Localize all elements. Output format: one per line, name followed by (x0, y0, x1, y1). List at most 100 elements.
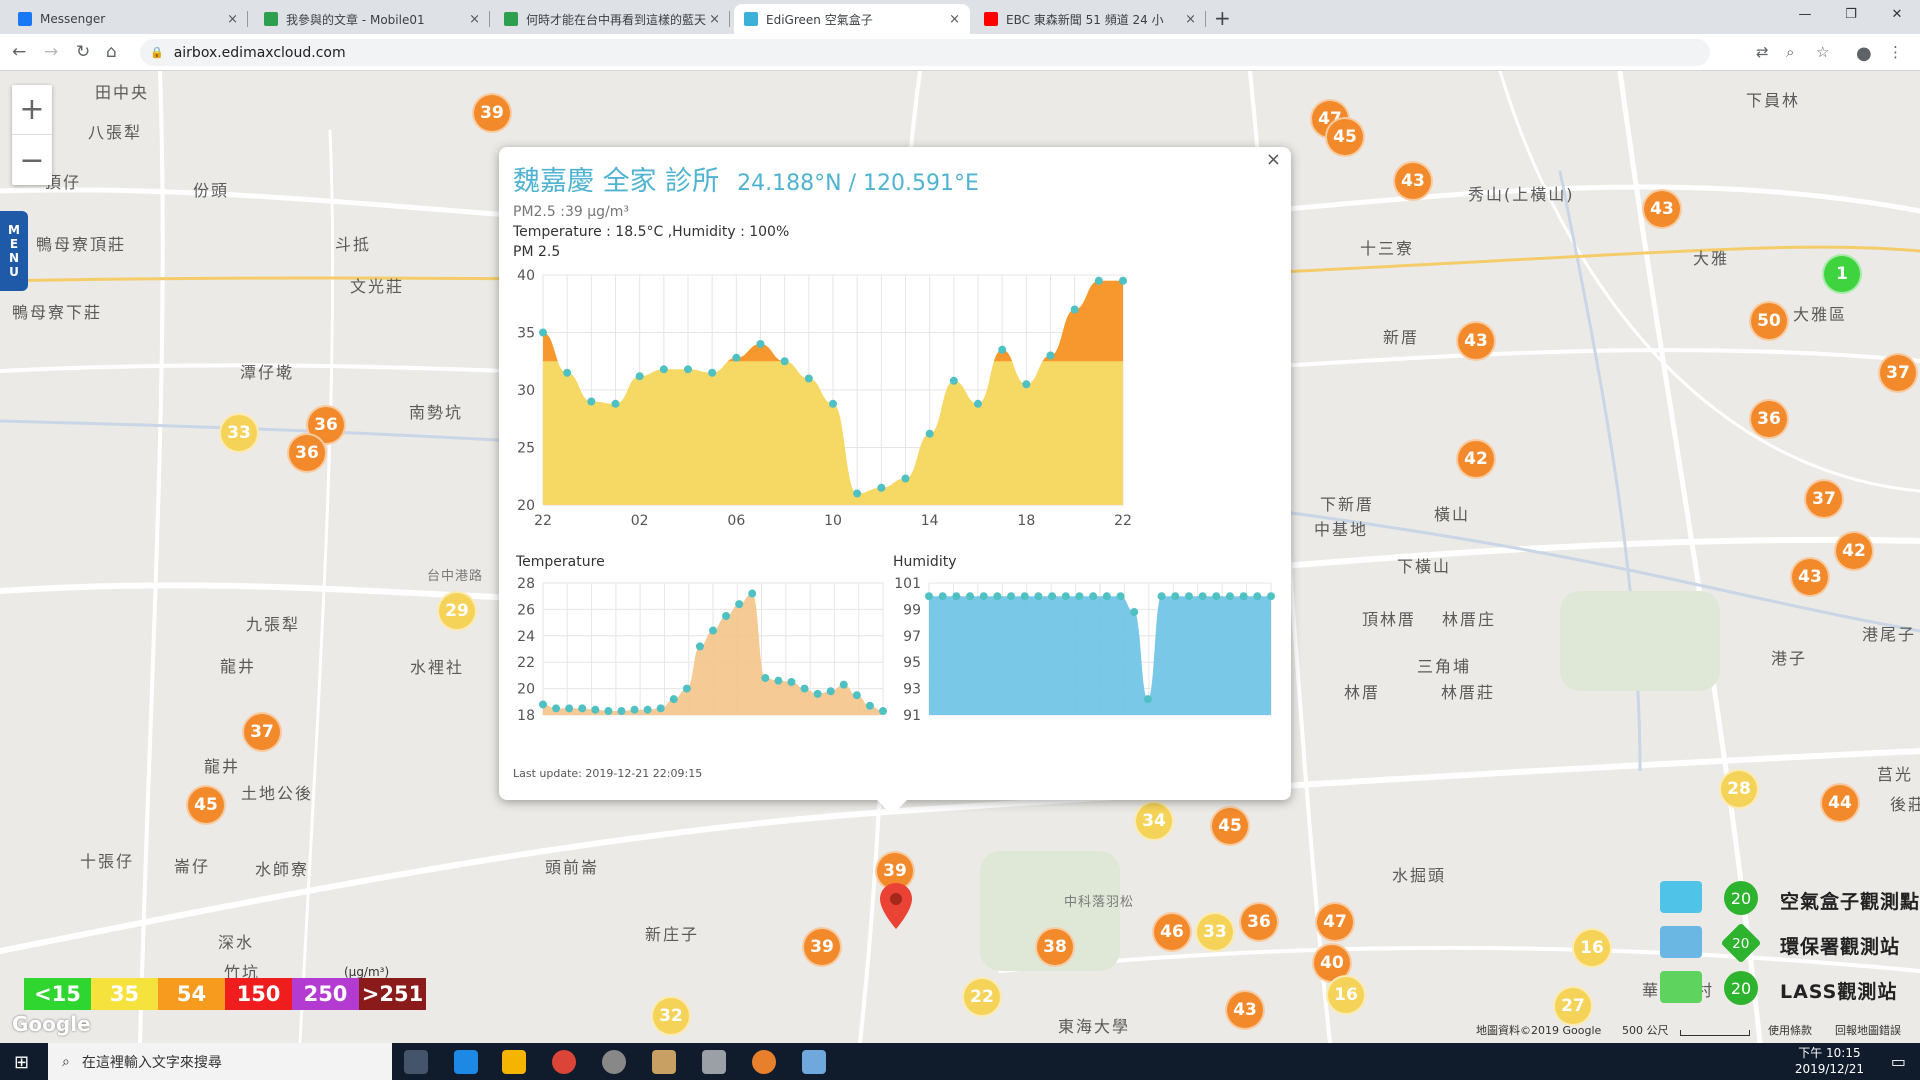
data-point (804, 374, 813, 383)
aqi-marker[interactable]: 46 (1152, 912, 1192, 952)
home-icon[interactable]: ⌂ (106, 42, 117, 62)
aqi-marker[interactable]: 43 (1790, 557, 1830, 597)
data-point (1130, 608, 1139, 617)
tab-2[interactable]: 我參與的文章 - Mobile01 × (254, 4, 490, 34)
notification-icon[interactable]: ▭ (1891, 1052, 1906, 1071)
aqi-marker[interactable]: 22 (962, 977, 1002, 1017)
x-tick-label: 06 (727, 513, 745, 529)
zoom-in-button[interactable]: + (12, 85, 52, 135)
address-bar[interactable]: 🔒 airbox.edimaxcloud.com (140, 39, 1710, 66)
bookmark-star-icon[interactable]: ☆ (1816, 43, 1829, 61)
aqi-marker[interactable]: 36 (1749, 399, 1789, 439)
map-place-label: 鴨母寮下莊 (12, 303, 103, 322)
tab-5[interactable]: EBC 東森新聞 51 頻道 24 小 × (974, 4, 1206, 34)
data-point (1034, 592, 1043, 601)
aqi-marker[interactable]: 38 (1035, 927, 1075, 967)
browser-menu-icon[interactable]: ⋮ (1888, 43, 1903, 61)
close-popup-button[interactable]: × (1266, 149, 1281, 170)
app-icon-1[interactable] (602, 1050, 626, 1074)
close-window-button[interactable]: ✕ (1874, 0, 1920, 30)
aqi-marker[interactable]: 43 (1393, 161, 1433, 201)
aqi-marker[interactable]: 50 (1749, 301, 1789, 341)
aqi-marker[interactable]: 37 (1878, 353, 1918, 393)
windows-start-icon[interactable]: ⊞ (14, 1052, 29, 1073)
aqi-marker[interactable]: 45 (186, 785, 226, 825)
aqi-marker[interactable]: 32 (651, 996, 691, 1036)
minimize-button[interactable]: — (1782, 0, 1828, 30)
aqi-marker[interactable]: 29 (437, 591, 477, 631)
file-explorer-icon[interactable] (502, 1050, 526, 1074)
chrome-icon[interactable] (552, 1050, 576, 1074)
tab-1[interactable]: Messenger × (8, 4, 248, 34)
aqi-marker[interactable]: 39 (802, 927, 842, 967)
aqi-marker[interactable]: 37 (1804, 479, 1844, 519)
close-tab-icon[interactable]: × (1185, 12, 1196, 27)
map-place-label: 水師寮 (255, 860, 310, 879)
data-point (682, 684, 691, 693)
tab-3[interactable]: 何時才能在台中再看到這樣的藍天 × (494, 4, 730, 34)
task-view-icon[interactable] (404, 1050, 428, 1074)
data-point (591, 705, 600, 714)
back-icon[interactable]: ← (12, 42, 26, 62)
reload-icon[interactable]: ↻ (76, 42, 90, 62)
aqi-marker[interactable]: 45 (1325, 117, 1365, 157)
maximize-button[interactable]: ❐ (1828, 0, 1874, 30)
aqi-marker[interactable]: 45 (1210, 806, 1250, 846)
aqi-marker[interactable]: 44 (1820, 783, 1860, 823)
close-tab-icon[interactable]: × (709, 12, 720, 27)
aqi-marker[interactable]: 39 (472, 93, 512, 133)
close-tab-icon[interactable]: × (227, 12, 238, 27)
new-tab-button[interactable]: + (1214, 6, 1231, 30)
map-place-label: 頭前崙 (545, 858, 600, 877)
aqi-marker[interactable]: 47 (1315, 902, 1355, 942)
aqi-marker[interactable]: 34 (1134, 801, 1174, 841)
tab-separator (1205, 11, 1206, 27)
aqi-marker[interactable]: 42 (1834, 531, 1874, 571)
google-logo[interactable]: Google (12, 1012, 91, 1036)
location-pin-icon[interactable] (880, 883, 912, 933)
forward-icon[interactable]: → (44, 42, 58, 62)
aqi-marker[interactable]: 16 (1572, 928, 1612, 968)
aqi-marker[interactable]: 16 (1326, 975, 1366, 1015)
aqi-marker[interactable]: 33 (1195, 912, 1235, 952)
clock-date: 2019/12/21 (1794, 1062, 1864, 1076)
app-icon-4[interactable] (802, 1050, 826, 1074)
aqi-marker[interactable]: 43 (1225, 990, 1265, 1030)
system-clock[interactable]: 下午 10:15 2019/12/21 (1795, 1045, 1864, 1077)
data-point (695, 642, 704, 651)
app-icon-3[interactable] (702, 1050, 726, 1074)
aqi-marker[interactable]: 37 (242, 712, 282, 752)
data-point (748, 589, 757, 598)
app-icon-2[interactable] (652, 1050, 676, 1074)
data-point (617, 707, 626, 716)
aqi-marker[interactable]: 33 (219, 413, 259, 453)
zoom-icon[interactable]: ⌕ (1786, 43, 1794, 61)
tab-title: EdiGreen 空氣盒子 (766, 12, 873, 27)
aqi-marker[interactable]: 36 (287, 433, 327, 473)
edge-icon[interactable] (454, 1050, 478, 1074)
close-tab-icon[interactable]: × (949, 12, 960, 27)
report-error-link[interactable]: 回報地圖錯誤 (1835, 1022, 1901, 1038)
data-point (659, 365, 668, 374)
close-tab-icon[interactable]: × (469, 12, 480, 27)
profile-icon[interactable]: ● (1856, 43, 1872, 64)
station-info-popup: × 魏嘉慶 全家 診所 24.188°N / 120.591°E PM2.5 :3… (499, 147, 1291, 815)
tab-4[interactable]: EdiGreen 空氣盒子 × (734, 4, 970, 34)
map-place-label: 龍井 (204, 757, 241, 776)
zoom-out-button[interactable]: − (12, 135, 52, 185)
taskbar-search[interactable]: ⌕ 在這裡輸入文字來搜尋 (48, 1043, 392, 1080)
data-point (952, 592, 961, 601)
aqi-marker[interactable]: 27 (1553, 986, 1593, 1026)
aqi-marker[interactable]: 43 (1642, 189, 1682, 229)
terms-link[interactable]: 使用條款 (1768, 1022, 1812, 1038)
aqi-marker[interactable]: 43 (1456, 321, 1496, 361)
station-type-label: 環保署觀測站 (1780, 936, 1901, 958)
aqi-marker[interactable]: 1 (1822, 254, 1862, 294)
data-point (565, 704, 574, 713)
aqi-marker[interactable]: 28 (1719, 769, 1759, 809)
translate-icon[interactable]: ⇄ (1756, 43, 1769, 61)
aqi-marker[interactable]: 42 (1456, 439, 1496, 479)
aqi-marker[interactable]: 36 (1239, 902, 1279, 942)
blender-icon[interactable] (752, 1050, 776, 1074)
side-menu-tab[interactable]: MENU (0, 211, 28, 291)
